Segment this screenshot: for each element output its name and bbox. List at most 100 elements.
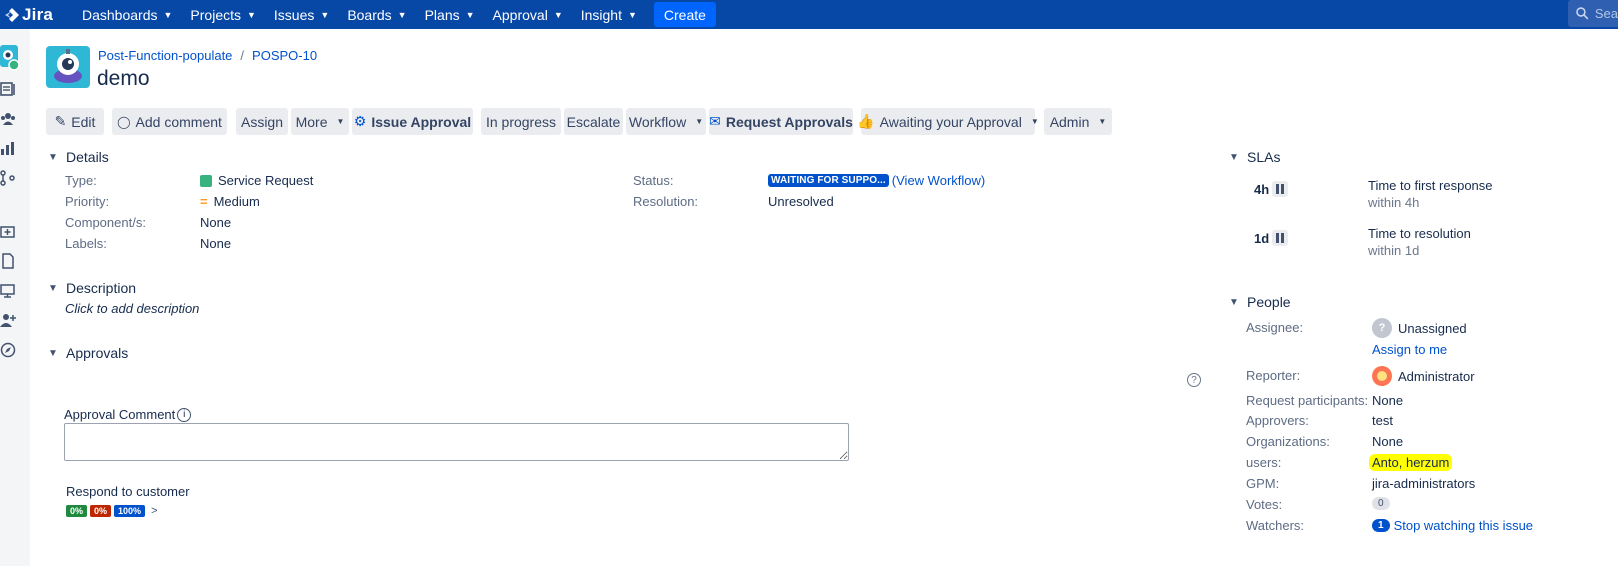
nav-plans[interactable]: Plans ▼	[416, 0, 484, 29]
assign-to-me-link[interactable]: Assign to me	[1372, 342, 1447, 357]
escalate-button[interactable]: Escalate	[564, 108, 623, 135]
nav-label: Projects	[190, 6, 241, 23]
resolution-value: Unresolved	[768, 194, 834, 209]
more-button[interactable]: More ▼	[291, 108, 349, 135]
awaiting-approval-label: Awaiting your Approval	[879, 113, 1022, 130]
edit-label: Edit	[71, 113, 96, 130]
chevron-down-icon: ▼	[1098, 117, 1107, 126]
votes-value[interactable]: 0	[1372, 497, 1390, 510]
add-user-icon[interactable]	[0, 312, 16, 328]
compass-icon[interactable]	[0, 342, 16, 358]
nav-dashboards[interactable]: Dashboards ▼	[73, 0, 181, 29]
assign-button[interactable]: Assign	[236, 108, 288, 135]
envelope-icon: ✉	[709, 113, 721, 129]
page-icon[interactable]	[0, 253, 16, 269]
percent-badge-approved: 0%	[66, 505, 88, 517]
gpm-value[interactable]: jira-administrators	[1372, 476, 1475, 491]
chevron-down-icon: ▼	[48, 347, 58, 359]
watchers-count-badge[interactable]: 1	[1372, 519, 1390, 532]
request-approvals-button[interactable]: ✉ Request Approvals	[709, 108, 853, 135]
project-avatar[interactable]	[46, 46, 90, 88]
approval-comment-field[interactable]	[64, 423, 849, 461]
admin-button[interactable]: Admin ▼	[1044, 108, 1112, 135]
description-section-header[interactable]: ▼ Description	[48, 280, 136, 296]
project-avatar-icon[interactable]	[0, 45, 22, 71]
chevron-down-icon: ▼	[1030, 117, 1039, 126]
issue-title[interactable]: demo	[97, 67, 150, 91]
customers-icon[interactable]	[0, 111, 16, 127]
type-text: Service Request	[218, 173, 314, 188]
details-section-header[interactable]: ▼ Details	[48, 149, 109, 165]
nav-approval[interactable]: Approval ▼	[484, 0, 572, 29]
nav-issues[interactable]: Issues ▼	[265, 0, 338, 29]
chevron-right-icon[interactable]: >	[151, 505, 157, 517]
organizations-value[interactable]: None	[1372, 434, 1403, 449]
reporter-value[interactable]: Administrator	[1372, 366, 1475, 386]
chevron-down-icon: ▼	[163, 9, 173, 20]
add-item-icon[interactable]	[0, 224, 16, 240]
percent-badge-rejected: 0%	[90, 505, 112, 517]
search-input[interactable]: Sea	[1568, 0, 1618, 27]
nav-boards[interactable]: Boards ▼	[338, 0, 415, 29]
breadcrumb-project-link[interactable]: Post-Function-populate	[98, 48, 232, 63]
status-label: Status:	[633, 173, 674, 188]
components-value[interactable]: None	[200, 215, 231, 230]
stop-watching-link[interactable]: Stop watching this issue	[1394, 518, 1533, 533]
priority-text: Medium	[213, 194, 260, 209]
percent-badge-pending: 100%	[114, 505, 146, 517]
create-button[interactable]: Create	[653, 2, 716, 27]
users-value[interactable]: Anto, herzum	[1369, 454, 1453, 471]
slas-section-header[interactable]: ▼ SLAs	[1229, 149, 1280, 165]
nav-label: Dashboards	[82, 6, 158, 23]
labels-label: Labels:	[65, 236, 107, 251]
people-section-header[interactable]: ▼ People	[1229, 294, 1291, 310]
search-placeholder: Sea	[1594, 6, 1618, 21]
approval-percentages[interactable]: 0% 0% 100% >	[66, 505, 158, 517]
description-placeholder[interactable]: Click to add description	[65, 301, 199, 316]
jira-logo[interactable]: Jira	[0, 0, 58, 29]
labels-value[interactable]: None	[200, 236, 231, 251]
queues-icon[interactable]	[0, 81, 16, 97]
workflow-icon[interactable]	[0, 170, 16, 186]
approvals-section-header[interactable]: ▼ Approvals	[48, 345, 128, 361]
nav-label: Approval	[492, 6, 548, 23]
more-label: More	[295, 113, 328, 130]
workflow-button[interactable]: Workflow ▼	[626, 108, 706, 135]
respond-to-customer-label: Respond to customer	[66, 484, 190, 499]
workflow-label: Workflow	[628, 113, 687, 130]
issue-approval-button[interactable]: ⚙ Issue Approval	[352, 108, 473, 135]
approvers-value[interactable]: test	[1372, 413, 1393, 428]
assignee-value[interactable]: ? Unassigned	[1372, 318, 1467, 338]
help-icon[interactable]: ?	[1187, 373, 1201, 387]
participants-label: Request participants:	[1246, 393, 1369, 408]
nav-projects[interactable]: Projects ▼	[181, 0, 265, 29]
participants-value[interactable]: None	[1372, 393, 1403, 408]
request-approvals-label: Request Approvals	[725, 113, 853, 130]
edit-button[interactable]: ✎ Edit	[46, 108, 104, 135]
details-heading: Details	[66, 149, 109, 165]
breadcrumb-issue-key-link[interactable]: POSPO-10	[252, 48, 317, 63]
chevron-down-icon: ▼	[48, 151, 58, 163]
add-comment-label: Add comment	[135, 113, 222, 130]
logo-text: Jira	[22, 4, 54, 24]
monitor-icon[interactable]	[0, 283, 16, 299]
view-workflow-link[interactable]: (View Workflow)	[892, 173, 985, 188]
gear-icon: ⚙	[353, 113, 367, 129]
comment-icon: ◯	[117, 114, 131, 129]
search-icon	[1576, 7, 1589, 20]
awaiting-approval-button[interactable]: 👍 Awaiting your Approval ▼	[857, 108, 1039, 135]
chevron-down-icon: ▼	[465, 9, 475, 20]
description-heading: Description	[66, 280, 137, 296]
info-icon[interactable]: i	[177, 407, 192, 422]
pause-icon	[1272, 230, 1289, 246]
in-progress-button[interactable]: In progress	[481, 108, 561, 135]
nav-insight[interactable]: Insight ▼	[572, 0, 646, 29]
breadcrumb-separator: /	[240, 48, 245, 63]
sla-timer-first-response: 4h	[1250, 179, 1292, 199]
add-comment-button[interactable]: ◯ Add comment	[112, 108, 227, 135]
gpm-label: GPM:	[1246, 476, 1280, 491]
watchers-value: 1 Stop watching this issue	[1372, 518, 1533, 533]
reports-icon[interactable]	[0, 140, 16, 156]
top-navigation: Jira Dashboards ▼ Projects ▼ Issues ▼ Board…	[0, 0, 1618, 29]
status-value: WAITING FOR SUPPO... (View Workflow)	[768, 173, 985, 188]
